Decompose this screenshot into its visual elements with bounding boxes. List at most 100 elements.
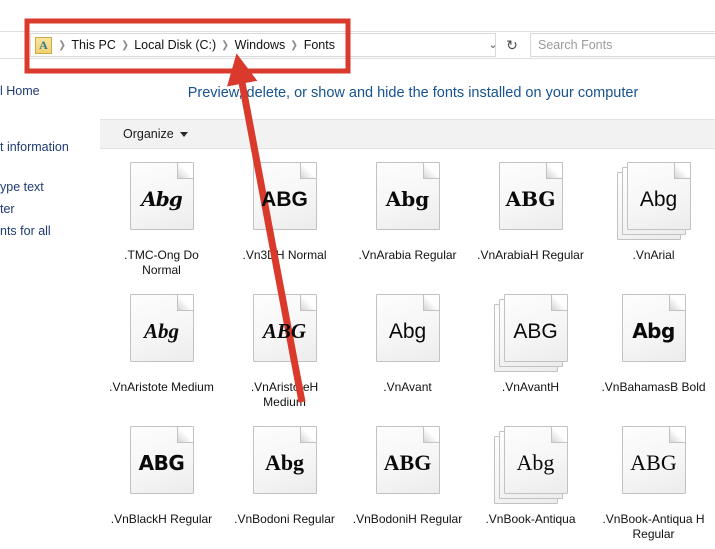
font-item-label: .VnArial bbox=[632, 248, 675, 262]
font-preview-sample: Abg bbox=[639, 187, 678, 211]
font-sheet-front-icon: ABG bbox=[621, 426, 686, 494]
font-family-stack-icon: Abg bbox=[493, 426, 568, 504]
left-nav-panel: l Home t information ype text ter nts fo… bbox=[0, 62, 99, 549]
breadcrumb: ❯ This PC ❯ Local Disk (C:) ❯ Windows ❯ … bbox=[57, 37, 339, 53]
breadcrumb-separator-icon: ❯ bbox=[121, 39, 129, 51]
refresh-icon[interactable]: ↻ bbox=[504, 37, 520, 53]
font-sheet-front-icon: ABG bbox=[252, 294, 317, 362]
organize-button-label: Organize bbox=[123, 127, 174, 141]
font-item-label: .VnBook-Antiqua H Regular bbox=[602, 512, 705, 541]
nav-item-control-panel-home[interactable]: l Home bbox=[0, 84, 40, 98]
font-preview-sample: Abg bbox=[388, 319, 427, 343]
nav-item-font-information[interactable]: t information bbox=[0, 140, 69, 154]
font-preview-sample: Abg bbox=[385, 187, 430, 211]
font-preview-sample: ABG bbox=[505, 187, 556, 211]
font-item-label: .VnArabiaH Regular bbox=[477, 248, 584, 262]
font-preview-sample: Abg bbox=[632, 319, 675, 343]
font-item[interactable]: Abg .TMC-Ong Do Normal bbox=[100, 152, 223, 284]
search-input[interactable]: Search Fonts bbox=[530, 33, 715, 57]
organize-button[interactable]: Organize bbox=[117, 124, 194, 144]
font-preview-sample: ABG bbox=[383, 450, 432, 475]
font-file-icon: Abg bbox=[125, 294, 199, 372]
font-preview-sample: Abg bbox=[143, 318, 179, 343]
breadcrumb-item-local-disk[interactable]: Local Disk (C:) bbox=[130, 37, 220, 53]
font-file-icon: Abg bbox=[617, 294, 691, 372]
breadcrumb-item-this-pc[interactable]: This PC bbox=[67, 37, 119, 53]
font-item[interactable]: Abg .VnBahamasB Bold bbox=[592, 284, 715, 416]
breadcrumb-item-windows[interactable]: Windows bbox=[231, 37, 290, 53]
font-item-label: .VnArabia Regular bbox=[358, 248, 457, 262]
font-sheet-front-icon: Abg bbox=[626, 162, 691, 230]
font-file-icon: Abg bbox=[371, 162, 445, 240]
font-item[interactable]: Abg .VnAvant bbox=[346, 284, 469, 416]
command-bar: Organize bbox=[100, 119, 715, 149]
nav-item-find-by-type-text[interactable]: ype text bbox=[0, 180, 44, 194]
font-item[interactable]: ABG .VnAvantH bbox=[469, 284, 592, 416]
page-title: Preview, delete, or show and hide the fo… bbox=[187, 85, 639, 101]
font-item[interactable]: ABG .VnArabiaH Regular bbox=[469, 152, 592, 284]
font-sheet-front-icon: ABG bbox=[129, 426, 194, 494]
font-item[interactable]: ABG .VnAristoteH Medium bbox=[223, 284, 346, 416]
font-sheet-front-icon: ABG bbox=[252, 162, 317, 230]
font-item[interactable]: ABG .Vn3DH Normal bbox=[223, 152, 346, 284]
font-item[interactable]: Abg .VnBook-Antiqua bbox=[469, 416, 592, 548]
font-preview-sample: Abg bbox=[264, 450, 305, 475]
font-item-label: .TMC-Ong Do Normal bbox=[124, 248, 199, 277]
font-file-icon: ABG bbox=[371, 426, 445, 504]
font-item-label: .VnAvant bbox=[383, 380, 432, 394]
font-sheet-front-icon: Abg bbox=[129, 162, 194, 230]
font-item-label: .VnBook-Antiqua bbox=[485, 512, 576, 526]
font-file-icon: ABG bbox=[494, 162, 568, 240]
nav-item-fonts-for-all[interactable]: nts for all bbox=[0, 224, 51, 238]
font-item-label: .VnAvantH bbox=[501, 380, 560, 394]
font-item-label: .Vn3DH Normal bbox=[242, 248, 327, 262]
font-preview-sample: ABG bbox=[261, 187, 308, 211]
font-preview-sample: ABG bbox=[513, 319, 558, 343]
breadcrumb-separator-icon: ❯ bbox=[221, 39, 230, 51]
nav-item-download-center[interactable]: ter bbox=[0, 202, 15, 216]
breadcrumb-item-fonts[interactable]: Fonts bbox=[300, 37, 339, 53]
font-family-stack-icon: Abg bbox=[616, 162, 691, 240]
font-sheet-front-icon: Abg bbox=[129, 294, 194, 362]
font-item-label: .VnBahamasB Bold bbox=[601, 380, 706, 394]
fonts-folder-icon: A bbox=[35, 36, 52, 54]
breadcrumb-separator-icon: ❯ bbox=[290, 39, 299, 51]
font-file-icon: Abg bbox=[248, 426, 322, 504]
font-item-label: .VnBodoniH Regular bbox=[352, 512, 463, 526]
font-preview-sample: ABG bbox=[630, 450, 677, 475]
font-item-label: .VnAristote Medium bbox=[109, 380, 214, 394]
font-file-icon: Abg bbox=[371, 294, 445, 372]
font-file-icon: ABG bbox=[248, 294, 322, 372]
font-item[interactable]: Abg .VnArabia Regular bbox=[346, 152, 469, 284]
font-sheet-front-icon: ABG bbox=[498, 162, 563, 230]
font-preview-sample: Abg bbox=[141, 187, 182, 211]
font-sheet-front-icon: Abg bbox=[375, 162, 440, 230]
caret-down-icon bbox=[179, 131, 188, 137]
font-item[interactable]: ABG .VnBook-Antiqua H Regular bbox=[592, 416, 715, 548]
font-sheet-front-icon: Abg bbox=[621, 294, 686, 362]
font-item-label: .VnAristoteH Medium bbox=[250, 380, 319, 409]
fonts-control-panel-window: A ❯ This PC ❯ Local Disk (C:) ❯ Windows … bbox=[0, 0, 715, 549]
font-preview-sample: ABG bbox=[138, 451, 185, 475]
font-sheet-front-icon: ABG bbox=[503, 294, 568, 362]
chevron-down-icon[interactable]: ⌄ bbox=[486, 38, 500, 52]
font-item[interactable]: ABG .VnBodoniH Regular bbox=[346, 416, 469, 548]
breadcrumb-separator-icon: ❯ bbox=[58, 39, 66, 51]
font-item-label: .VnBodoni Regular bbox=[234, 512, 335, 526]
font-family-stack-icon: ABG bbox=[493, 294, 568, 372]
font-grid: Abg .TMC-Ong Do Normal ABG .Vn3DH Normal Abg… bbox=[100, 152, 715, 549]
font-file-icon: ABG bbox=[125, 426, 199, 504]
breadcrumb-address-field[interactable]: A ❯ This PC ❯ Local Disk (C:) ❯ Windows … bbox=[30, 33, 496, 57]
font-preview-sample: ABG bbox=[262, 318, 307, 343]
font-preview-sample: Abg bbox=[516, 450, 555, 475]
font-item[interactable]: Abg .VnBodoni Regular bbox=[223, 416, 346, 548]
font-item-label: .VnBlackH Regular bbox=[110, 512, 213, 526]
font-item[interactable]: ABG .VnBlackH Regular bbox=[100, 416, 223, 548]
font-item[interactable]: Abg .VnArial bbox=[592, 152, 715, 284]
font-sheet-front-icon: ABG bbox=[375, 426, 440, 494]
font-item[interactable]: Abg .VnAristote Medium bbox=[100, 284, 223, 416]
font-sheet-front-icon: Abg bbox=[375, 294, 440, 362]
font-file-icon: ABG bbox=[617, 426, 691, 504]
font-file-icon: Abg bbox=[125, 162, 199, 240]
font-sheet-front-icon: Abg bbox=[252, 426, 317, 494]
